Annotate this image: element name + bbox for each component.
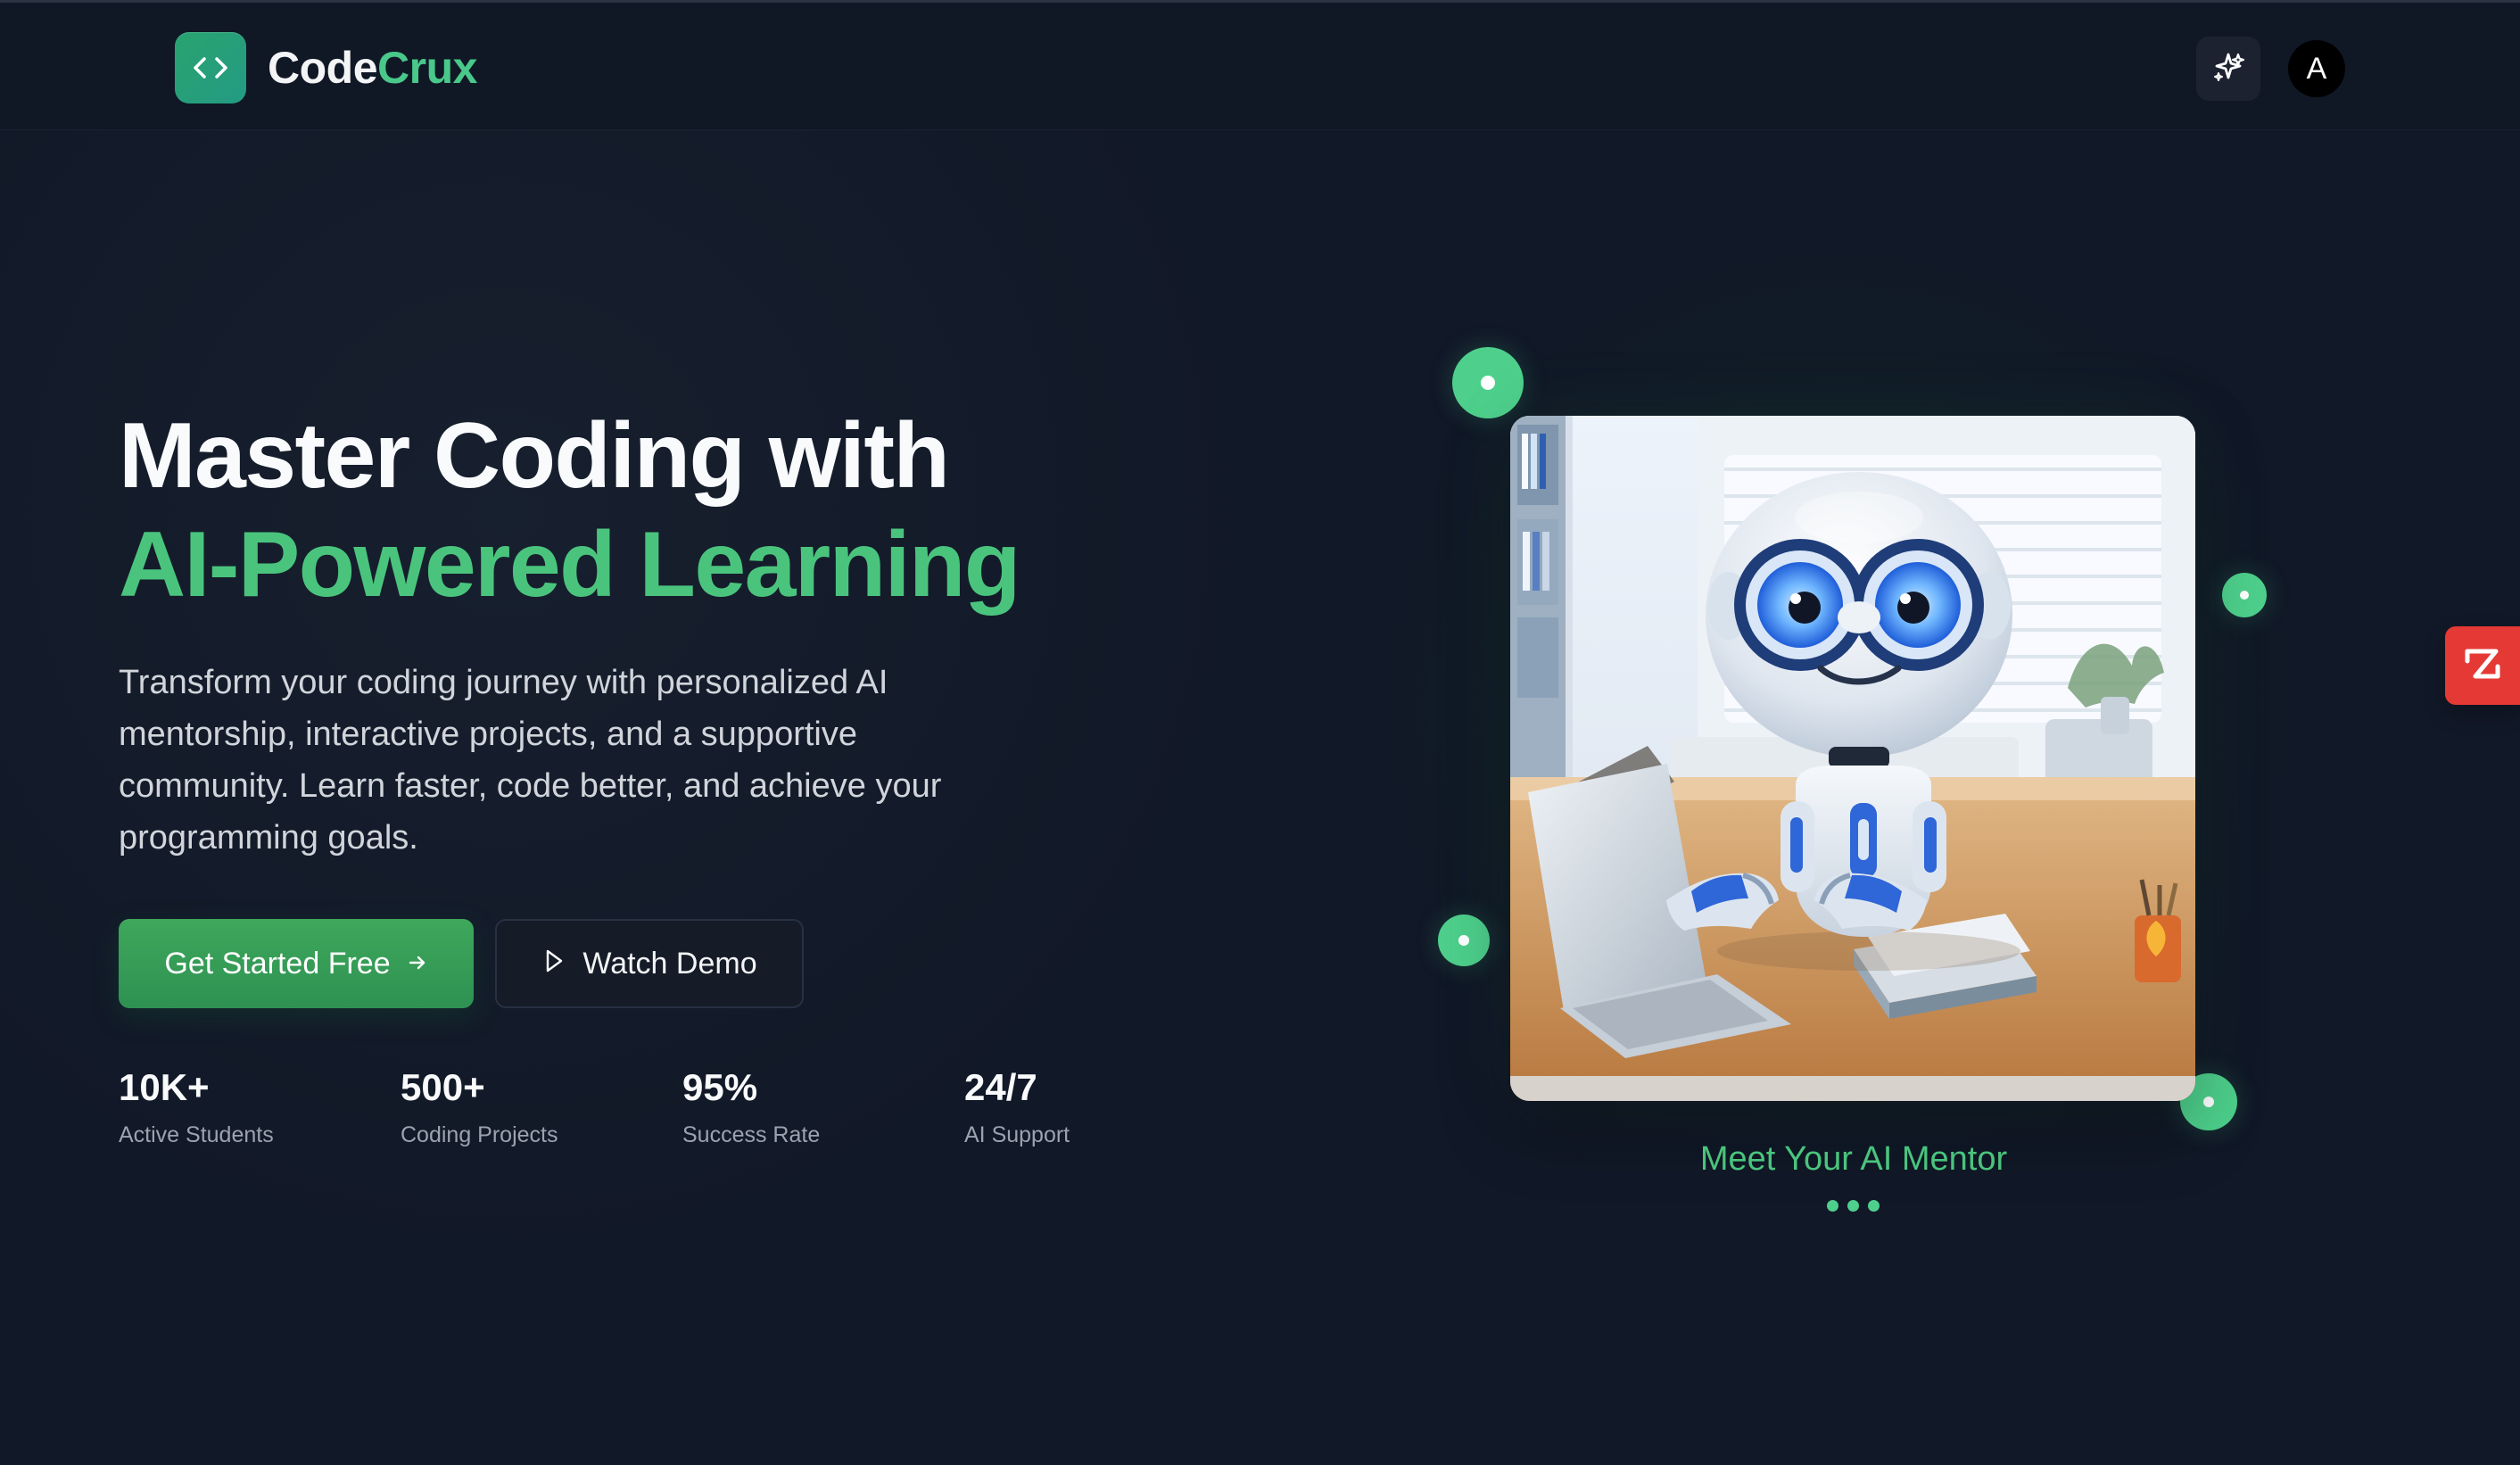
z-logo-icon	[2460, 642, 2505, 690]
brand-name-code: Code	[268, 43, 378, 93]
stats-grid: 10K+ Active Students 500+ Coding Project…	[119, 1069, 1234, 1148]
indicator-dot	[1868, 1200, 1880, 1212]
stat-success-rate: 95% Success Rate	[682, 1069, 964, 1148]
code-brackets-icon	[175, 32, 246, 103]
ai-mentor-image	[1510, 416, 2195, 1101]
landing-page: CodeCrux A Master Coding with AI-Powered…	[0, 0, 2520, 1465]
get-started-button[interactable]: Get Started Free	[119, 919, 474, 1008]
play-icon	[541, 948, 566, 980]
brand-name-crux: Crux	[377, 43, 477, 93]
stat-value: 95%	[682, 1066, 758, 1108]
hero-title: Master Coding with AI-Powered Learning	[119, 401, 1234, 619]
site-header: CodeCrux A	[0, 0, 2520, 130]
stat-label: AI Support	[964, 1122, 1070, 1147]
arrow-right-icon	[407, 948, 428, 979]
robot-mentor-illustration	[1510, 416, 2195, 1101]
mentor-caption: Meet Your AI Mentor	[1699, 1140, 2008, 1178]
user-avatar[interactable]: A	[2288, 40, 2345, 97]
decorative-dot	[1438, 915, 1490, 966]
decorative-dot	[2222, 573, 2267, 617]
stat-value: 500+	[401, 1066, 485, 1108]
indicator-dot	[1827, 1200, 1838, 1212]
sparkle-icon	[2210, 50, 2246, 88]
hero-description: Transform your coding journey with perso…	[119, 664, 942, 857]
get-started-label: Get Started Free	[164, 947, 391, 981]
cta-row: Get Started Free Watch Demo	[119, 919, 1234, 1008]
mentor-dots-indicator	[1827, 1200, 1880, 1212]
stat-value: 10K+	[119, 1066, 210, 1108]
brand-name: CodeCrux	[268, 46, 477, 90]
watch-demo-label: Watch Demo	[582, 947, 757, 981]
mentor-visual: Meet Your AI Mentor	[1438, 321, 2267, 1240]
z-logo-button[interactable]	[2445, 626, 2520, 705]
watch-demo-button[interactable]: Watch Demo	[495, 919, 804, 1008]
stat-label: Success Rate	[682, 1122, 821, 1147]
decorative-dot	[1452, 347, 1524, 418]
hero-title-line-2: AI-Powered Learning	[119, 513, 1020, 617]
hero-content: Master Coding with AI-Powered Learning T…	[119, 401, 1234, 1148]
stat-label: Coding Projects	[401, 1122, 558, 1147]
stat-value: 24/7	[964, 1066, 1037, 1108]
brand-link[interactable]: CodeCrux	[175, 32, 477, 103]
hero-title-line-1: Master Coding with	[119, 404, 950, 508]
stat-active-students: 10K+ Active Students	[119, 1069, 401, 1148]
stat-coding-projects: 500+ Coding Projects	[401, 1069, 682, 1148]
stat-label: Active Students	[119, 1122, 274, 1147]
header-actions: A	[2196, 37, 2345, 101]
ai-sparkle-button[interactable]	[2196, 37, 2260, 101]
indicator-dot	[1847, 1200, 1859, 1212]
stat-ai-support: 24/7 AI Support	[964, 1069, 1246, 1148]
